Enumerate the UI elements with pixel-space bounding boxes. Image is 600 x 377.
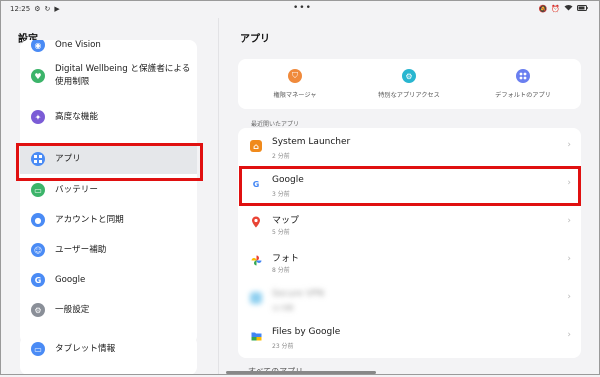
permission-manager-icon: ⛉ bbox=[288, 69, 302, 83]
app-row-system-launcher[interactable]: ⌂ System Launcher 2 分前 › bbox=[238, 128, 581, 166]
chevron-right-icon: › bbox=[567, 254, 571, 264]
sidebar-item-label: Digital Wellbeing と保護者による使用制限 bbox=[55, 64, 191, 87]
app-name: マップ bbox=[272, 216, 300, 226]
alarm-icon: ⏰ bbox=[551, 4, 560, 13]
settings-list-card: ◉ One Vision ♥ Digital Wellbeing と保護者による… bbox=[20, 40, 197, 344]
chevron-right-icon: › bbox=[567, 216, 571, 226]
sidebar-item-label: 一般設定 bbox=[55, 304, 90, 315]
vpn-icon bbox=[250, 292, 262, 304]
settings-sidebar: 設定 ◉ One Vision ♥ Digital Wellbeing と保護者… bbox=[0, 18, 218, 375]
app-last-used: 5 分前 bbox=[272, 229, 290, 236]
sidebar-item-accounts-sync[interactable]: ● アカウントと同期 bbox=[20, 205, 197, 235]
app-row-photos[interactable]: フォト 8 分前 › bbox=[238, 242, 581, 280]
app-name: Files by Google bbox=[272, 327, 341, 337]
app-last-used: 23 分前 bbox=[272, 343, 294, 350]
app-last-used: 2 分前 bbox=[272, 153, 290, 160]
clock: 12:25 bbox=[10, 5, 31, 13]
highlight-google-row bbox=[239, 166, 581, 206]
battery-icon: ▭ bbox=[31, 183, 45, 197]
app-last-used: 12 分前 bbox=[272, 305, 294, 312]
sidebar-item-label: 高度な機能 bbox=[55, 111, 98, 122]
mute-icon: 🔕 bbox=[538, 4, 548, 13]
battery-icon bbox=[577, 4, 588, 13]
advanced-features-icon: ✦ bbox=[31, 110, 45, 124]
gesture-home-bar[interactable] bbox=[226, 371, 376, 374]
app-name: System Launcher bbox=[272, 137, 351, 147]
sidebar-item-advanced-features[interactable]: ✦ 高度な機能 bbox=[20, 102, 197, 132]
app-row-maps[interactable]: マップ 5 分前 › bbox=[238, 204, 581, 242]
sidebar-item-one-vision[interactable]: ◉ One Vision bbox=[20, 40, 197, 53]
default-apps-button[interactable]: デフォルトのアプリ bbox=[466, 59, 580, 109]
more-dots[interactable]: ••• bbox=[293, 3, 312, 13]
general-settings-icon: ⚙ bbox=[31, 303, 45, 317]
recent-apps-card: ⌂ System Launcher 2 分前 › G Google 3 分前 ›… bbox=[238, 128, 581, 358]
wifi-icon bbox=[564, 4, 573, 13]
recent-apps-heading: 最近開いたアプリ bbox=[251, 121, 300, 128]
app-row-blurred[interactable]: Secure VPN 12 分前 › bbox=[238, 280, 581, 318]
sidebar-item-label: アカウントと同期 bbox=[55, 214, 124, 225]
chevron-right-icon: › bbox=[567, 292, 571, 302]
special-access-icon: ⚙ bbox=[402, 69, 416, 83]
chevron-right-icon: › bbox=[567, 140, 571, 150]
play-icon: ▶ bbox=[54, 5, 60, 13]
highlight-apps-item bbox=[16, 143, 203, 181]
sidebar-item-label: バッテリー bbox=[55, 184, 98, 195]
app-last-used: 8 分前 bbox=[272, 267, 290, 274]
shortcut-label: 特別なアプリアクセス bbox=[378, 92, 440, 99]
sidebar-item-google[interactable]: G Google bbox=[20, 265, 197, 295]
app-name: フォト bbox=[272, 254, 300, 264]
wellbeing-icon: ♥ bbox=[31, 69, 45, 83]
photos-icon bbox=[250, 254, 262, 266]
accessibility-icon: ☺ bbox=[31, 243, 45, 257]
sidebar-item-general-settings[interactable]: ⚙ 一般設定 bbox=[20, 295, 197, 325]
one-vision-icon: ◉ bbox=[31, 40, 45, 52]
sync-icon: ↻ bbox=[44, 5, 51, 13]
gear-icon: ⚙ bbox=[34, 5, 41, 13]
permission-manager-button[interactable]: ⛉ 権限マネージャ bbox=[238, 59, 352, 109]
sidebar-item-label: One Vision bbox=[55, 40, 101, 50]
sidebar-item-digital-wellbeing[interactable]: ♥ Digital Wellbeing と保護者による使用制限 bbox=[20, 56, 197, 96]
sidebar-item-accessibility[interactable]: ☺ ユーザー補助 bbox=[20, 235, 197, 265]
page-title: アプリ bbox=[240, 34, 270, 45]
status-bar: 12:25 ⚙ ↻ ▶ ••• 🔕 ⏰ bbox=[0, 0, 600, 18]
tablet-info-card: ▭ タブレット情報 bbox=[20, 336, 197, 375]
sidebar-item-tablet-info[interactable]: ▭ タブレット情報 bbox=[20, 336, 197, 362]
special-app-access-button[interactable]: ⚙ 特別なアプリアクセス bbox=[352, 59, 466, 109]
sidebar-item-label: Google bbox=[55, 274, 86, 285]
sidebar-item-label: タブレット情報 bbox=[55, 343, 116, 354]
app-name: Secure VPN bbox=[272, 289, 325, 299]
default-apps-icon bbox=[516, 69, 530, 83]
app-row-files-by-google[interactable]: Files by Google 23 分前 › bbox=[238, 318, 581, 356]
shortcut-label: 権限マネージャ bbox=[273, 92, 317, 99]
files-icon bbox=[250, 330, 262, 342]
chevron-right-icon: › bbox=[567, 330, 571, 340]
account-icon: ● bbox=[31, 213, 45, 227]
google-icon: G bbox=[31, 273, 45, 287]
system-launcher-icon: ⌂ bbox=[250, 140, 262, 152]
tablet-info-icon: ▭ bbox=[31, 342, 45, 356]
app-shortcuts-card: ⛉ 権限マネージャ ⚙ 特別なアプリアクセス デフォルトのアプリ bbox=[238, 59, 581, 109]
shortcut-label: デフォルトのアプリ bbox=[495, 92, 551, 99]
pane-divider bbox=[218, 18, 219, 375]
sidebar-item-label: ユーザー補助 bbox=[55, 244, 107, 255]
maps-icon bbox=[250, 216, 262, 228]
